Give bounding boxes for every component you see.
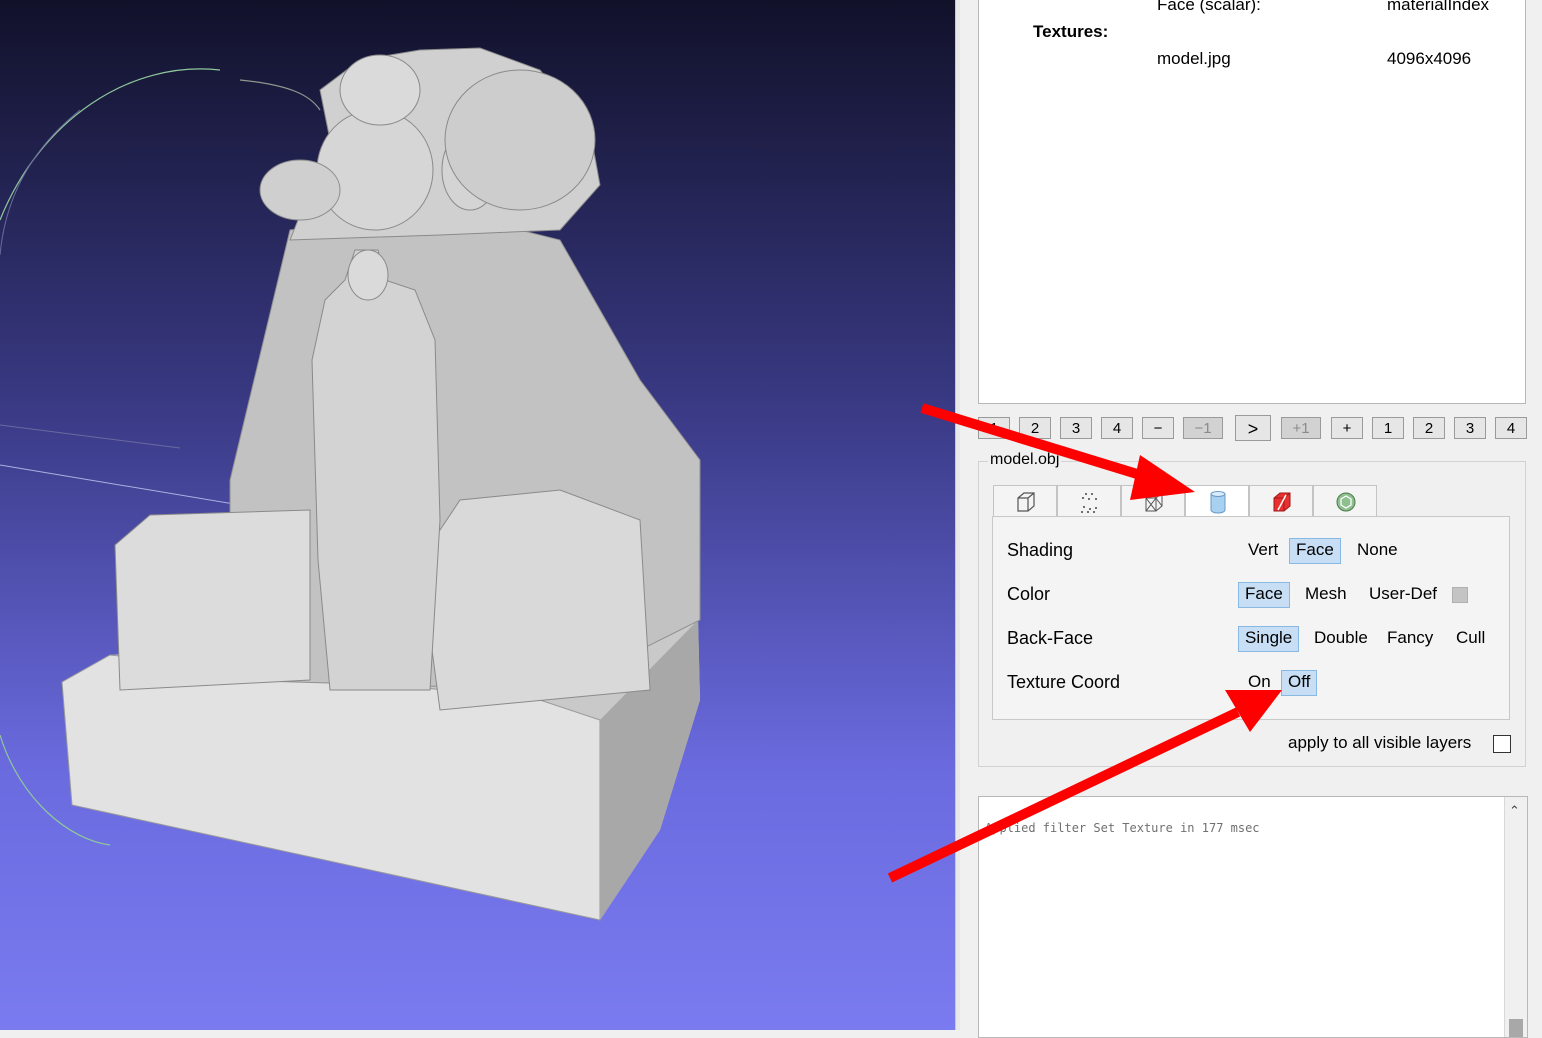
back-face-fancy-option[interactable]: Fancy: [1381, 626, 1439, 650]
tab-wireframe[interactable]: [1121, 485, 1185, 517]
user-color-swatch[interactable]: [1452, 587, 1468, 603]
shading-vert-option[interactable]: Vert: [1242, 538, 1284, 562]
nav-plus-button[interactable]: +: [1331, 417, 1363, 439]
textures-label: Textures:: [1033, 22, 1109, 41]
texture-resolution: 4096x4096: [1387, 49, 1472, 68]
apply-all-layers-label: apply to all visible layers: [1288, 733, 1472, 752]
texture-filename: model.jpg: [1157, 49, 1231, 68]
texture-coord-off-option[interactable]: Off: [1281, 670, 1318, 696]
raster-navigation-bar: 1 2 3 4 − −1 > +1 + 1 2 3 4: [978, 415, 1528, 441]
points-icon: [1081, 493, 1097, 513]
apply-all-layers-checkbox[interactable]: [1493, 735, 1511, 753]
tab-red-box[interactable]: [1249, 485, 1313, 517]
color-user-def-option[interactable]: User-Def: [1363, 582, 1443, 606]
tab-box[interactable]: [993, 485, 1057, 517]
right-panel: Face (scalar): materialIndex Textures: m…: [960, 0, 1542, 1038]
nav-prev-button[interactable]: −1: [1183, 417, 1223, 439]
3d-viewport[interactable]: [0, 0, 955, 1030]
texture-icon: [1336, 492, 1356, 512]
back-face-double-option[interactable]: Double: [1308, 626, 1374, 650]
nav-button-4[interactable]: 4: [1101, 417, 1133, 439]
color-face-option[interactable]: Face: [1238, 582, 1290, 608]
mesh-render: [0, 47, 701, 921]
nav-next-plus-button[interactable]: +1: [1281, 417, 1321, 439]
cylinder-icon: [1210, 491, 1226, 514]
nav-button-3b[interactable]: 3: [1454, 417, 1486, 439]
back-face-cull-option[interactable]: Cull: [1450, 626, 1491, 650]
tab-points[interactable]: [1057, 485, 1121, 517]
face-attribute-value: materialIndex: [1387, 0, 1490, 14]
layer-name: model.obj: [988, 451, 1062, 469]
face-attribute-label: Face (scalar):: [1157, 0, 1261, 14]
nav-button-3[interactable]: 3: [1060, 417, 1092, 439]
shading-face-option[interactable]: Face: [1289, 538, 1341, 564]
tab-cylinder[interactable]: [1185, 485, 1249, 519]
texture-coord-label: Texture Coord: [1007, 672, 1121, 692]
texture-coord-on-option[interactable]: On: [1242, 670, 1277, 694]
box-icon: [1017, 492, 1035, 512]
shading-label: Shading: [1007, 540, 1074, 560]
back-face-label: Back-Face: [1007, 628, 1094, 648]
nav-button-2[interactable]: 2: [1019, 417, 1051, 439]
nav-button-4b[interactable]: 4: [1495, 417, 1527, 439]
color-label: Color: [1007, 584, 1051, 604]
scroll-thumb[interactable]: [1509, 1019, 1523, 1037]
tab-texture[interactable]: [1313, 485, 1377, 517]
red-box-icon: [1273, 492, 1291, 512]
nav-button-2b[interactable]: 2: [1413, 417, 1445, 439]
log-scrollbar[interactable]: ⌃: [1504, 797, 1527, 1037]
nav-button-1b[interactable]: 1: [1372, 417, 1404, 439]
scroll-up-icon[interactable]: ⌃: [1509, 803, 1520, 819]
color-mesh-option[interactable]: Mesh: [1299, 582, 1353, 606]
nav-button-1[interactable]: 1: [978, 417, 1010, 439]
log-message: Applied filter Set Texture in 177 msec: [985, 821, 1260, 835]
mesh-info-panel: Face (scalar): materialIndex Textures: m…: [978, 0, 1526, 404]
nav-minus-button[interactable]: −: [1142, 417, 1174, 439]
back-face-single-option[interactable]: Single: [1238, 626, 1300, 652]
log-panel[interactable]: Applied filter Set Texture in 177 msec ⌃: [978, 796, 1528, 1038]
shading-none-option[interactable]: None: [1351, 538, 1404, 562]
nav-next-button[interactable]: >: [1235, 415, 1271, 441]
wireframe-icon: [1145, 492, 1163, 512]
